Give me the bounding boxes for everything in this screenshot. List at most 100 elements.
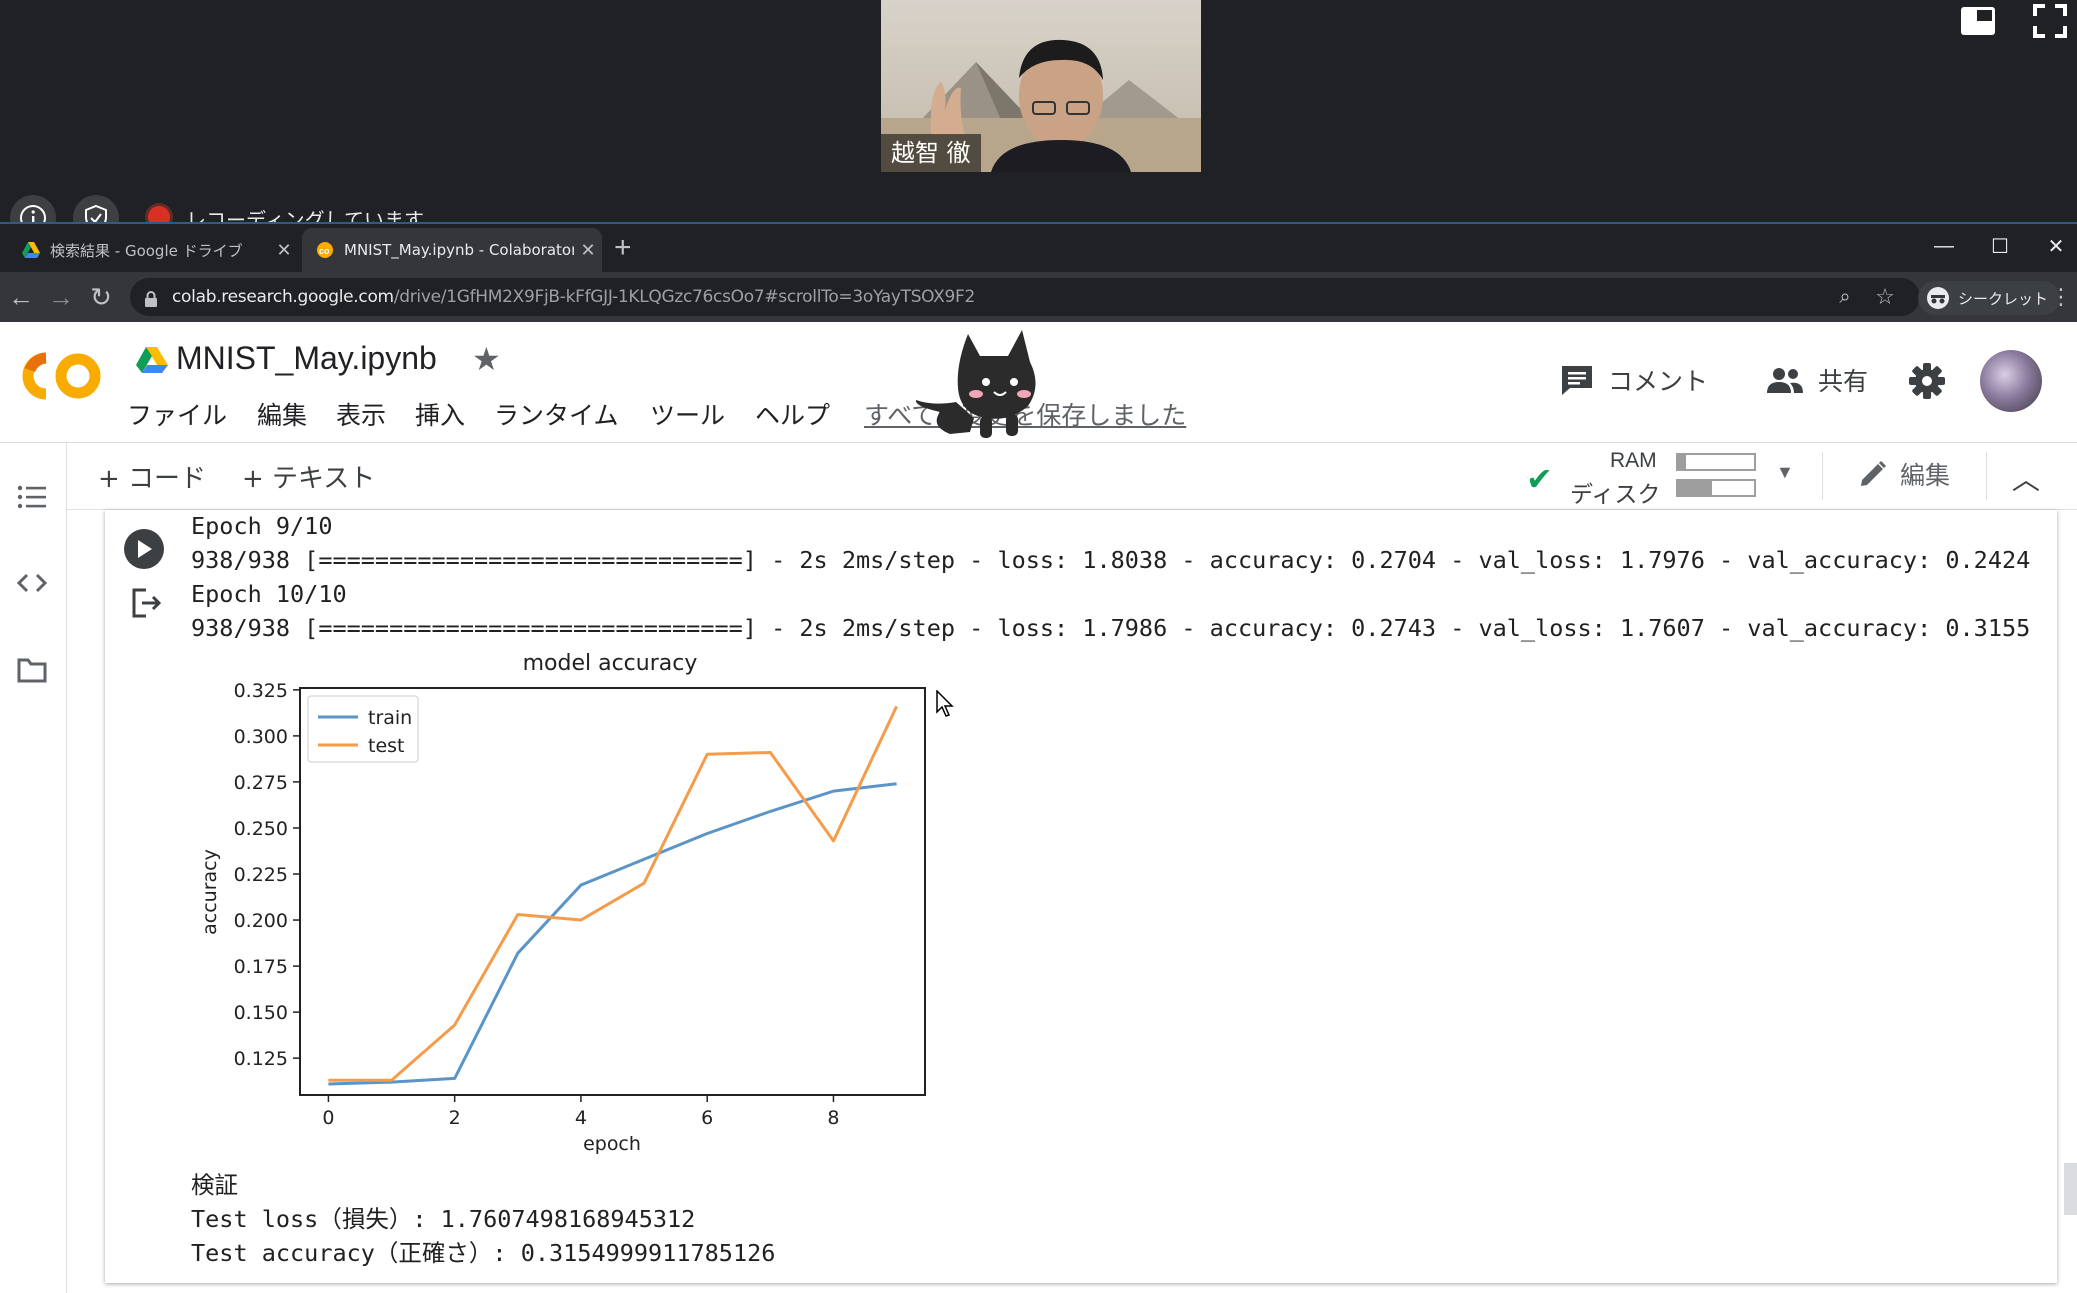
x-tick-label: 6	[701, 1107, 713, 1129]
y-tick-label: 0.250	[234, 818, 288, 840]
tab-title: 検索結果 - Google ドライブ	[50, 241, 243, 260]
connected-check-icon: ✔	[1526, 461, 1553, 497]
scrollbar[interactable]	[2064, 1163, 2077, 1215]
participant-name: 越智 徹	[881, 134, 981, 172]
chevron-up-icon[interactable]: ︿	[2012, 458, 2040, 498]
x-tick-label: 0	[322, 1107, 334, 1129]
layout-icon[interactable]	[1960, 6, 1996, 36]
ram-label: RAM	[1610, 449, 1657, 472]
menu-help[interactable]: ヘルプ	[755, 396, 830, 432]
disk-label: ディスク	[1570, 482, 1661, 508]
disk-meter[interactable]	[1676, 479, 1756, 497]
star-icon[interactable]: ★	[472, 340, 501, 378]
mouse-cursor-icon	[936, 690, 954, 717]
profile-label: シークレット	[1958, 289, 2049, 308]
cat-sticker-icon	[915, 330, 1036, 438]
ram-meter-fill	[1678, 455, 1686, 469]
y-tick-label: 0.175	[234, 956, 288, 978]
url-text[interactable]: colab.research.google.com/drive/1GfHM2X9…	[172, 287, 975, 307]
tab-google-drive[interactable]: 検索結果 - Google ドライブ ✕	[8, 228, 298, 272]
fullscreen-icon[interactable]	[2033, 4, 2067, 38]
colab-logo-icon[interactable]	[20, 350, 102, 402]
code-snippets-icon[interactable]	[14, 565, 50, 601]
legend-label-train: train	[368, 707, 412, 729]
chart-title: model accuracy	[523, 652, 698, 676]
table-of-contents-icon[interactable]	[14, 479, 50, 515]
add-text-button[interactable]: + テキスト	[242, 458, 375, 495]
output-actions-icon[interactable]	[130, 586, 164, 620]
comment-icon	[1562, 366, 1592, 395]
maximize-icon[interactable]: ☐	[1972, 226, 2028, 266]
share-button[interactable]: 共有	[1766, 362, 1868, 398]
output-line: 検証	[191, 1171, 238, 1199]
y-tick-label: 0.300	[234, 726, 288, 748]
close-window-icon[interactable]: ✕	[2028, 226, 2077, 266]
participant-video[interactable]: 越智 徹	[881, 0, 1201, 172]
avatar[interactable]	[1980, 350, 2042, 412]
y-axis: 0.125 0.150 0.175 0.200 0.225 0.250 0.275 0.300…	[234, 680, 300, 1070]
menu-insert[interactable]: 挿入	[415, 396, 465, 432]
output-line: 938/938 [==============================]…	[191, 614, 2031, 642]
svg-text:co: co	[319, 246, 330, 256]
disk-meter-fill	[1678, 481, 1713, 495]
edit-label: 編集	[1900, 461, 1951, 490]
tab-colab[interactable]: co MNIST_May.ipynb - Colaboratory ✕	[302, 228, 602, 272]
folder-icon[interactable]	[14, 652, 50, 688]
google-drive-icon[interactable]	[136, 346, 168, 374]
close-tab-icon[interactable]: ✕	[574, 240, 602, 261]
play-icon	[138, 540, 152, 558]
menu-file[interactable]: ファイル	[127, 396, 227, 432]
y-tick-label: 0.125	[234, 1048, 288, 1070]
y-tick-label: 0.275	[234, 772, 288, 794]
gear-icon[interactable]	[1908, 362, 1946, 400]
y-tick-label: 0.150	[234, 1002, 288, 1024]
google-drive-icon	[22, 242, 40, 258]
colab-icon: co	[317, 242, 333, 258]
url-path: /drive/1GfHM2X9FjB-kFfGJJ-1KLQGzc76csOo7…	[393, 287, 976, 307]
menu-edit[interactable]: 編集	[257, 396, 307, 432]
chart-legend: train test	[307, 695, 419, 763]
browser-menu-icon[interactable]: ⋮	[2046, 282, 2076, 312]
toolbar-divider	[1986, 452, 1987, 500]
menu-tools[interactable]: ツール	[650, 396, 725, 432]
new-tab-button[interactable]: +	[614, 230, 632, 266]
incognito-profile[interactable]: シークレット	[1918, 281, 2061, 315]
forward-icon[interactable]: →	[46, 282, 76, 312]
reload-icon[interactable]: ↻	[86, 282, 116, 312]
output-line: Epoch 9/10	[191, 512, 333, 540]
minimize-icon[interactable]: —	[1916, 226, 1972, 266]
edit-button[interactable]: 編集	[1858, 456, 1950, 492]
chevron-down-icon[interactable]: ▼	[1776, 462, 1794, 483]
close-tab-icon[interactable]: ✕	[270, 240, 298, 261]
incognito-icon	[1927, 287, 1949, 309]
x-axis: 0 2 4 6 8	[322, 1095, 840, 1129]
output-line: Test loss（損失）: 1.7607498168945312	[191, 1205, 696, 1233]
notebook-title[interactable]: MNIST_May.ipynb	[176, 340, 437, 377]
output-line: Test accuracy（正確さ）: 0.3154999911785126	[191, 1239, 776, 1267]
y-axis-label: accuracy	[199, 849, 221, 935]
accuracy-chart: model accuracy 0.125 0.150 0.175 0.200 0.225…	[199, 652, 926, 1155]
y-tick-label: 0.225	[234, 864, 288, 886]
x-tick-label: 4	[575, 1107, 587, 1129]
toolbar-divider	[1822, 452, 1823, 500]
comment-button[interactable]: コメント	[1560, 362, 1708, 398]
back-icon[interactable]: ←	[6, 282, 36, 312]
ram-meter[interactable]	[1676, 453, 1756, 471]
menu-view[interactable]: 表示	[336, 396, 386, 432]
bookmark-star-icon[interactable]: ☆	[1870, 282, 1900, 312]
run-cell-button[interactable]	[124, 529, 164, 569]
pencil-icon	[1861, 460, 1887, 486]
tab-title: MNIST_May.ipynb - Colaboratory	[344, 241, 574, 259]
lock-icon[interactable]	[144, 291, 158, 307]
x-tick-label: 2	[449, 1107, 461, 1129]
comment-label: コメント	[1608, 367, 1709, 396]
menu-runtime[interactable]: ランタイム	[494, 396, 619, 432]
output-line: 938/938 [==============================]…	[191, 546, 2031, 574]
url-host: colab.research.google.com	[172, 287, 394, 307]
add-code-button[interactable]: + コード	[98, 458, 206, 495]
x-tick-label: 8	[827, 1107, 839, 1129]
zoom-icon[interactable]: ⌕	[1830, 282, 1860, 312]
people-icon	[1767, 368, 1803, 393]
legend-label-test: test	[368, 735, 405, 757]
y-tick-label: 0.200	[234, 910, 288, 932]
